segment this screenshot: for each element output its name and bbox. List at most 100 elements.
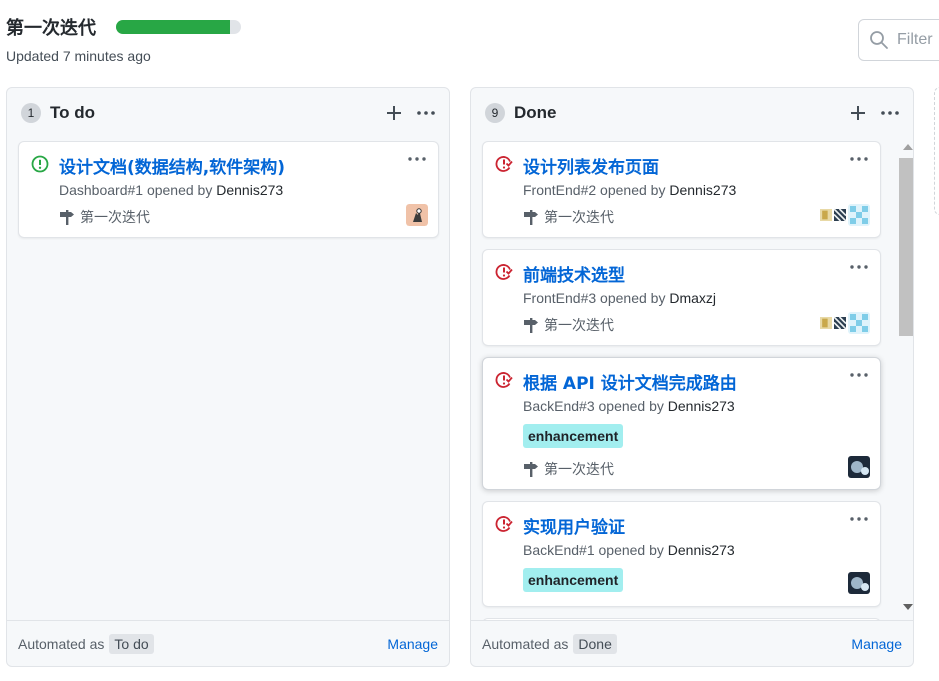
issue-card[interactable]: 设计列表发布页面 FrontEnd#2 opened by Dennis273 … <box>482 141 881 238</box>
card-meta-issue: BackEnd#1 opened by <box>523 542 664 558</box>
avatar[interactable] <box>834 312 846 334</box>
milestone-icon <box>524 462 538 477</box>
milestone-label: 第一次迭代 <box>544 462 614 478</box>
avatar[interactable] <box>820 312 832 334</box>
column-cards: 设计列表发布页面 FrontEnd#2 opened by Dennis273 … <box>471 140 913 620</box>
scroll-up-arrow-icon[interactable] <box>903 144 913 150</box>
card-title-link[interactable]: 设计列表发布页面 <box>523 153 659 178</box>
card-meta: FrontEnd#2 opened by Dennis273 <box>523 182 736 198</box>
add-card-button[interactable] <box>383 102 405 124</box>
label-enhancement[interactable]: enhancement <box>523 568 624 592</box>
column-cards: 设计文档(数据结构,软件架构) Dashboard#1 opened by De… <box>7 140 449 620</box>
card-menu-icon[interactable] <box>406 151 428 167</box>
issue-card[interactable]: 实现用户验证 BackEnd#1 opened by Dennis273 enh… <box>482 501 881 607</box>
column-count-badge: 1 <box>21 103 41 123</box>
milestone-label: 第一次迭代 <box>544 318 614 334</box>
issue-closed-icon <box>495 372 513 388</box>
card-meta: Dashboard#1 opened by Dennis273 <box>59 182 283 198</box>
kebab-horizontal-icon <box>881 111 899 115</box>
avatar[interactable] <box>848 456 870 478</box>
filter-cards-input[interactable]: Filter <box>858 19 939 61</box>
card-meta-issue: BackEnd#3 opened by <box>523 398 664 414</box>
avatar[interactable] <box>848 572 870 594</box>
milestone-label: 第一次迭代 <box>80 210 150 226</box>
card-meta-user[interactable]: Dennis273 <box>668 542 735 558</box>
filter-placeholder: Filter <box>897 31 933 48</box>
assignee-avatars <box>404 204 428 226</box>
card-menu-icon[interactable] <box>848 151 870 167</box>
issue-opened-icon <box>31 155 49 173</box>
issue-closed-icon <box>495 516 513 532</box>
card-menu-icon[interactable] <box>848 259 870 275</box>
card-title-link[interactable]: 根据 API 设计文档完成路由 <box>523 369 737 394</box>
avatar[interactable] <box>848 204 870 226</box>
automation-preset: Done <box>573 633 617 654</box>
column-done: 9 Done 设计列表发布页面 FrontEnd#2 opened by Den… <box>470 87 914 667</box>
milestone-icon <box>524 318 538 333</box>
issue-closed-icon <box>495 156 513 172</box>
kebab-horizontal-icon <box>417 111 435 115</box>
milestone-icon <box>60 210 74 225</box>
plus-icon <box>851 106 865 120</box>
assignee-avatars <box>818 312 870 334</box>
search-icon <box>870 31 888 49</box>
project-header: 第一次迭代 Updated 7 minutes ago <box>6 14 241 64</box>
card-menu-icon[interactable] <box>848 367 870 383</box>
avatar[interactable] <box>848 312 870 334</box>
column-footer: Automated as To do Manage <box>7 620 449 666</box>
column-title[interactable]: To do <box>50 103 95 123</box>
card-milestone[interactable]: 第一次迭代 <box>59 207 150 227</box>
avatar[interactable] <box>820 204 832 226</box>
add-card-button[interactable] <box>847 102 869 124</box>
column-header: 9 Done <box>471 88 913 138</box>
automation-label: Automated as <box>18 635 105 652</box>
card-title-link[interactable]: 实现用户验证 <box>523 513 625 538</box>
card-meta-issue: FrontEnd#2 opened by <box>523 182 666 198</box>
issue-card[interactable]: 设计文档(数据结构,软件架构) Dashboard#1 opened by De… <box>18 141 439 238</box>
column-count-badge: 9 <box>485 103 505 123</box>
manage-automation-link[interactable]: Manage <box>387 636 438 652</box>
issue-card[interactable]: 根据 API 设计文档完成路由 BackEnd#3 opened by Denn… <box>482 357 881 490</box>
card-meta-issue: FrontEnd#3 opened by <box>523 290 666 306</box>
column-menu-button[interactable] <box>879 102 901 124</box>
issue-card[interactable]: 前端技术选型 FrontEnd#3 opened by Dmaxzj 第一次迭代 <box>482 249 881 346</box>
card-title-link[interactable]: 设计文档(数据结构,软件架构) <box>59 153 285 178</box>
issue-closed-icon <box>495 264 513 280</box>
column-menu-button[interactable] <box>415 102 437 124</box>
progress-bar <box>116 20 241 34</box>
avatar[interactable] <box>406 204 428 226</box>
column-scrollbar[interactable] <box>895 140 913 620</box>
assignee-avatars <box>846 456 870 478</box>
add-column-placeholder[interactable] <box>934 87 939 215</box>
card-meta: FrontEnd#3 opened by Dmaxzj <box>523 290 716 306</box>
scroll-down-arrow-icon[interactable] <box>903 604 913 610</box>
card-milestone[interactable]: 第一次迭代 <box>523 315 614 335</box>
card-meta-user[interactable]: Dennis273 <box>669 182 736 198</box>
label-enhancement[interactable]: enhancement <box>523 424 624 448</box>
manage-automation-link[interactable]: Manage <box>851 636 902 652</box>
milestone-icon <box>524 210 538 225</box>
project-title[interactable]: 第一次迭代 <box>6 14 96 40</box>
project-updated-text: Updated 7 minutes ago <box>6 48 151 64</box>
column-footer: Automated as Done Manage <box>471 620 913 666</box>
scrollbar-thumb[interactable] <box>899 158 913 336</box>
card-milestone[interactable]: 第一次迭代 <box>523 459 614 479</box>
card-meta-user[interactable]: Dennis273 <box>668 398 735 414</box>
column-todo: 1 To do 设计文档(数据结构,软件架构) Dashboard#1 open… <box>6 87 450 667</box>
avatar[interactable] <box>834 204 846 226</box>
card-menu-icon[interactable] <box>848 511 870 527</box>
card-milestone[interactable]: 第一次迭代 <box>523 207 614 227</box>
card-meta-user[interactable]: Dmaxzj <box>669 290 716 306</box>
automation-label: Automated as <box>482 635 569 652</box>
card-meta-issue: Dashboard#1 opened by <box>59 182 213 198</box>
assignee-avatars <box>846 572 870 594</box>
card-meta-user[interactable]: Dennis273 <box>216 182 283 198</box>
column-title[interactable]: Done <box>514 103 557 123</box>
milestone-label: 第一次迭代 <box>544 210 614 226</box>
card-meta: BackEnd#1 opened by Dennis273 <box>523 542 735 558</box>
assignee-avatars <box>818 204 870 226</box>
plus-icon <box>387 106 401 120</box>
column-header: 1 To do <box>7 88 449 138</box>
card-meta: BackEnd#3 opened by Dennis273 <box>523 398 735 414</box>
card-title-link[interactable]: 前端技术选型 <box>523 261 625 286</box>
